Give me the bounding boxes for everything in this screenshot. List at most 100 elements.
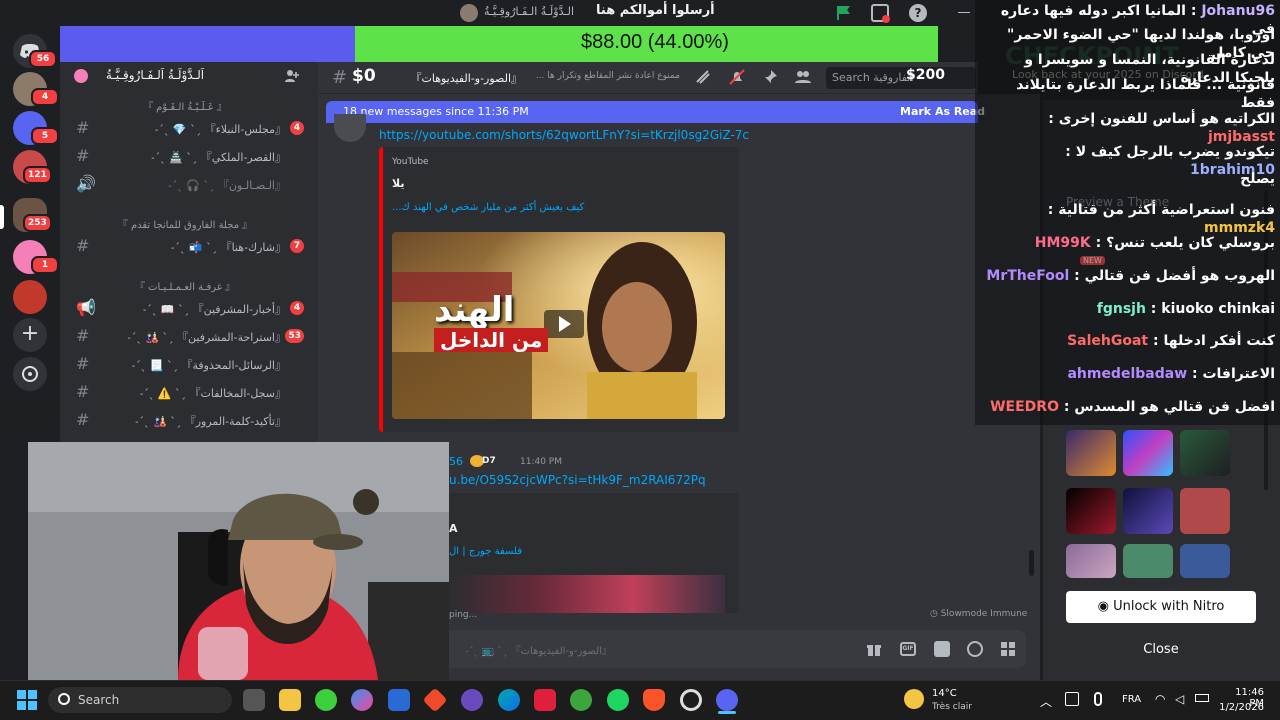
guild-tag[interactable]: D7 — [482, 456, 496, 466]
unlock-with-nitro-button[interactable]: ◉ Unlock with Nitro — [1066, 591, 1256, 623]
embed-title[interactable]: كيف يعيش أكثر من مليار شخص في الهند ك... — [392, 202, 592, 213]
copilot-icon[interactable] — [351, 689, 373, 711]
taskbar-search[interactable] — [48, 687, 232, 713]
channel-item[interactable]: # 『سجل-المخالفات』 ˏˋ ⚠️ ˎˊ˗ — [70, 380, 310, 404]
embed-provider[interactable]: YouTube — [392, 157, 429, 167]
threads-icon[interactable] — [694, 68, 712, 86]
message-link[interactable]: https://youtube.com/shorts/62qwortLFnY?s… — [379, 128, 749, 142]
gift-icon[interactable] — [866, 641, 882, 657]
sticker-icon[interactable] — [934, 641, 950, 657]
channel-item[interactable]: # 『شارك-هنا』 ˏˋ 📬 ˎˊ˗ 7 — [70, 234, 310, 258]
mute-bell-icon[interactable] — [728, 68, 746, 86]
channel-topic[interactable]: ممنوع اعادة نشر المقاطع وتكرار ها ... — [530, 71, 680, 81]
theme-swatch[interactable] — [1066, 430, 1116, 476]
server-icon-pink[interactable]: 1 — [13, 240, 59, 274]
message-link[interactable]: u.be/O59S2cjcWPc?si=tHk9F_m2RAI672Pq — [449, 473, 706, 487]
message-timestamp: 11:40 PM — [520, 457, 562, 467]
text-channel-icon: # — [76, 118, 90, 137]
task-view-icon[interactable] — [243, 689, 265, 711]
close-button[interactable]: Close — [1066, 637, 1256, 663]
edge-icon[interactable] — [498, 689, 520, 711]
channel-item[interactable]: # 『استراحة-المشرفين』 ˏˋ 🎎 ˎˊ˗ 53 — [70, 324, 310, 348]
apps-icon[interactable] — [1000, 641, 1016, 657]
channel-badge: 4 — [290, 301, 304, 315]
category-header[interactable]: 『 مجلة الفاروق للمانجا تقدم 』 — [70, 216, 300, 231]
channel-item[interactable]: # 『تأكيد-كلمة-المرور』 ˏˋ 🎎 ˎˊ˗ — [70, 408, 310, 432]
channel-item[interactable]: 📢 『أخبار-المشرفين』 ˏˋ 📖 ˎˊ˗ 4 — [70, 296, 310, 320]
typing-indicator: ping... — [449, 610, 478, 620]
theme-swatch[interactable] — [1066, 544, 1116, 578]
tray-chevron-icon[interactable]: ︿ — [1040, 693, 1052, 710]
embed-title[interactable]: فلسفة جورج | ال — [449, 546, 522, 557]
weather-desc[interactable]: Très clair — [932, 702, 972, 712]
weather-moon-icon[interactable] — [904, 689, 924, 709]
active-app-indicator — [718, 711, 736, 714]
start-windows-icon[interactable] — [17, 690, 37, 710]
volume-icon[interactable]: ◁ — [1175, 692, 1184, 706]
channel-label: 『أخبار-المشرفين』 ˏˋ 📖 ˎˊ˗ — [142, 303, 286, 316]
help-icon[interactable]: ? — [909, 4, 927, 22]
theme-swatch[interactable] — [1123, 488, 1173, 534]
theme-swatch[interactable] — [1180, 488, 1230, 534]
server-icon-discord[interactable]: 5 — [13, 111, 59, 145]
obs-icon[interactable] — [680, 689, 702, 711]
theme-swatch[interactable] — [1066, 488, 1116, 534]
inbox-icon[interactable] — [871, 4, 890, 23]
text-channel-icon: # — [76, 236, 90, 255]
channel-label: 『شارك-هنا』 ˏˋ 📬 ˎˊ˗ — [170, 241, 286, 254]
selected-server-pill — [0, 205, 4, 229]
server-icon-avatar[interactable]: 4 — [13, 72, 59, 106]
discover-icon[interactable] — [13, 357, 47, 391]
embed-author[interactable]: A — [449, 522, 458, 535]
server-name[interactable]: اَلـدَّوْلَـةُ اَلـفَـارُوقِـيَّـةُ — [90, 68, 220, 82]
server-icon-folder[interactable] — [13, 280, 47, 314]
phone-link-icon[interactable] — [570, 689, 592, 711]
theme-swatch[interactable] — [1123, 430, 1173, 476]
discord-taskbar-icon[interactable] — [716, 689, 738, 711]
tray-app-icon[interactable] — [1065, 692, 1079, 706]
battery-icon[interactable] — [1195, 694, 1209, 702]
scrollbar[interactable] — [1029, 550, 1034, 576]
channel-item[interactable]: # 『الرسائل-المحذوفة』 ˏˋ 📃 ˎˊ˗ — [70, 352, 310, 376]
category-header[interactable]: 『 عَـلَـيْـةُ الـقَـوْم 』 — [70, 98, 300, 113]
server-icon-red[interactable]: 121 — [13, 150, 52, 184]
channel-item[interactable]: # 『مجلس-النبلاء』 ˏˋ 💎 ˎˊ˗ 4 — [70, 116, 310, 140]
spotify-icon[interactable] — [607, 689, 629, 711]
add-server-icon[interactable]: + — [13, 318, 47, 352]
member-list-icon[interactable] — [794, 68, 812, 86]
home-discord-icon[interactable]: 56 — [13, 34, 57, 68]
video-thumbnail[interactable]: الهند من الداخل — [392, 232, 725, 419]
gif-icon[interactable]: GIF — [900, 642, 916, 656]
server-icon-current[interactable]: 253 — [13, 198, 52, 232]
mark-as-read-button[interactable]: Mark As Read — [900, 105, 985, 118]
embed-author[interactable]: يلا — [392, 177, 404, 190]
add-member-icon[interactable] — [284, 68, 300, 88]
language-indicator[interactable]: FRA — [1122, 694, 1141, 705]
channel-item[interactable]: 🔊 『الـصـالـون』 ˏˋ 🎧 ˎˊ˗ — [70, 172, 310, 196]
minimize-icon[interactable] — [958, 12, 970, 13]
goal-left-amount: $0 — [352, 66, 376, 86]
brave-icon[interactable] — [643, 689, 665, 711]
store-icon[interactable] — [388, 689, 410, 711]
emoji-icon[interactable] — [967, 641, 983, 657]
username-suffix[interactable]: 56 — [449, 455, 463, 468]
stream-chat-message: kiuoko chinkai : fgnsjh — [1096, 301, 1275, 317]
pin-icon[interactable] — [762, 68, 780, 86]
theme-swatch[interactable] — [1180, 544, 1230, 578]
microphone-icon[interactable] — [1094, 692, 1102, 706]
theme-swatch[interactable] — [1123, 544, 1173, 578]
wifi-icon[interactable]: ◠ — [1155, 692, 1165, 706]
chat-app-icon[interactable] — [461, 689, 483, 711]
office-icon[interactable] — [534, 689, 556, 711]
channel-item[interactable]: # 『القصر-الملكي』 ˏˋ 🏯 ˎˊ˗ — [70, 144, 310, 168]
window-title: أرسلوا أموالكم هنا — [596, 3, 715, 18]
category-header[interactable]: 『 غرفـة العـمـلـيـات 』 — [70, 278, 300, 293]
clock-date[interactable]: 1/2/2026 — [1218, 702, 1264, 713]
weather-temp[interactable]: 14°C — [932, 688, 957, 699]
file-explorer-icon[interactable] — [279, 689, 301, 711]
xbox-icon[interactable] — [315, 689, 337, 711]
rail-badge: 253 — [23, 214, 52, 232]
flag-icon[interactable] — [835, 4, 853, 22]
video-thumbnail[interactable] — [449, 575, 725, 613]
theme-swatch[interactable] — [1180, 430, 1230, 476]
